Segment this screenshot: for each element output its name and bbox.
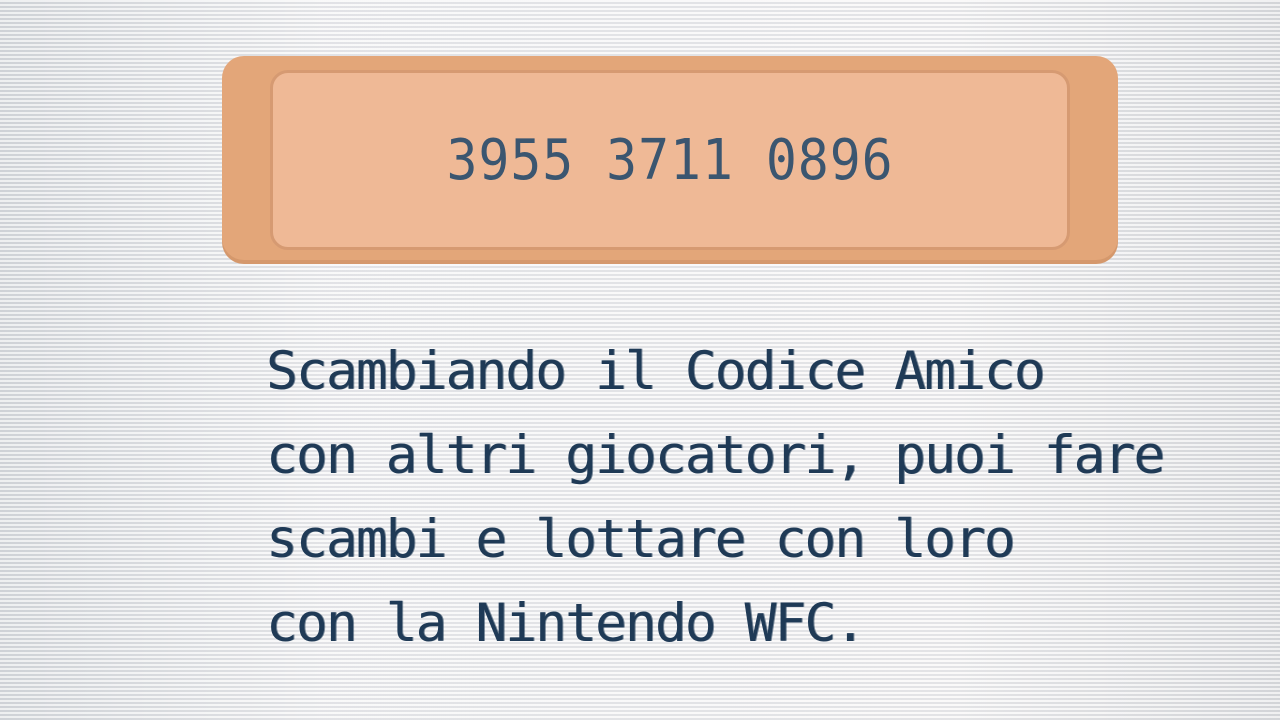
friend-code-panel: 3955 3711 0896 [222,56,1118,264]
message-line: con altri giocatori, puoi fare [266,425,1165,486]
info-message: Scambiando il Codice Amico con altri gio… [266,330,1165,666]
message-line: scambi e lottare con loro [266,509,1016,570]
friend-code-box: 3955 3711 0896 [270,70,1070,250]
message-line: Scambiando il Codice Amico [266,341,1046,402]
message-line: con la Nintendo WFC. [266,593,866,654]
friend-code-value: 3955 3711 0896 [446,127,894,193]
friend-code-screen: 3955 3711 0896 Scambiando il Codice Amic… [0,0,1280,720]
